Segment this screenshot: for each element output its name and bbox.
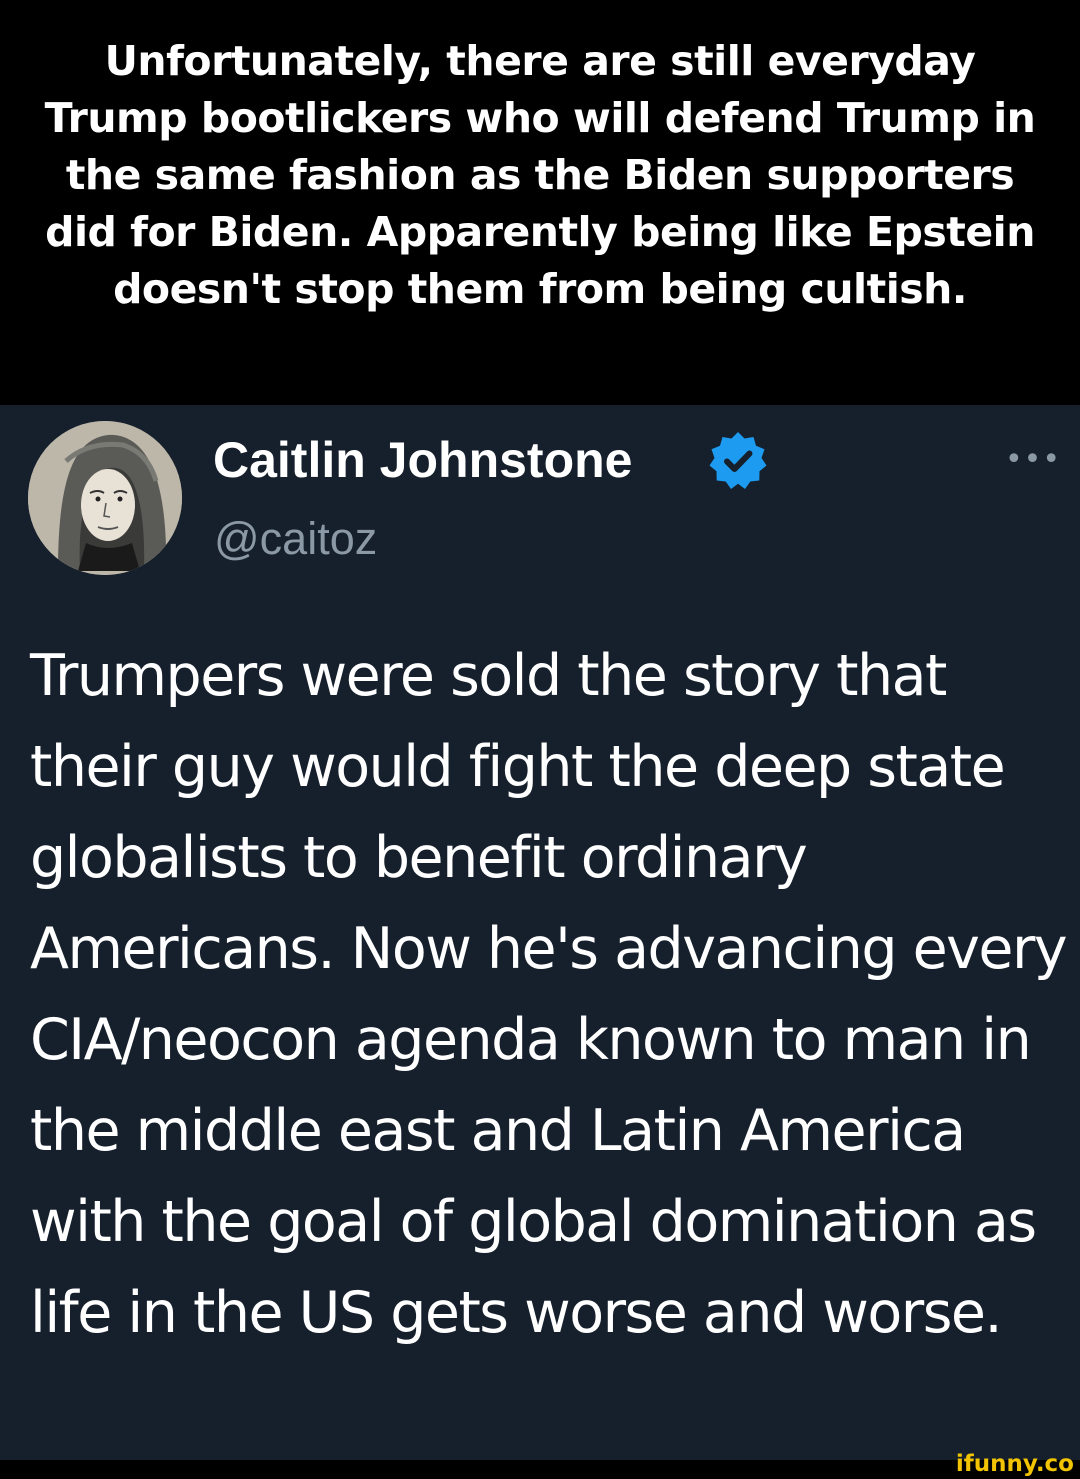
- tweet-card: Caitlin Johnstone @caitoz ••• Trumpers w…: [0, 405, 1080, 1460]
- caption-text: Unfortunately, there are still everyday …: [44, 37, 1036, 313]
- tweet-body-text: Trumpers were sold the story that their …: [30, 643, 1068, 1346]
- avatar[interactable]: [28, 421, 182, 575]
- caption-band: Unfortunately, there are still everyday …: [0, 0, 1080, 405]
- more-options-icon[interactable]: •••: [1003, 445, 1063, 475]
- author-display-name[interactable]: Caitlin Johnstone: [213, 427, 632, 493]
- ifunny-watermark: ifunny.co: [955, 1451, 1074, 1477]
- bottom-strip: ifunny.co: [0, 1451, 1080, 1479]
- author-handle[interactable]: @caitoz: [214, 509, 377, 569]
- meme-page: Unfortunately, there are still everyday …: [0, 0, 1080, 1479]
- avatar-portrait-icon: [28, 421, 182, 575]
- verified-badge-icon: [706, 429, 770, 493]
